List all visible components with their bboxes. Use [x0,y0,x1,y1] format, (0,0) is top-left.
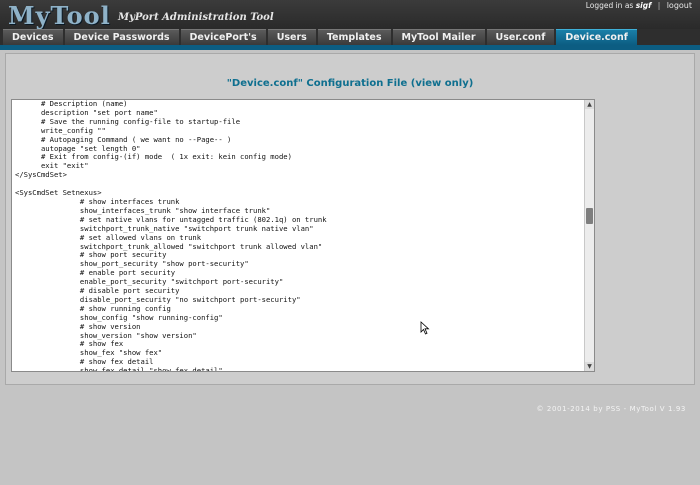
tab-device-passwords[interactable]: Device Passwords [64,29,179,45]
tab-templates[interactable]: Templates [317,29,391,45]
page-title: "Device.conf" Configuration File (view o… [226,78,474,89]
scroll-thumb[interactable] [586,208,593,224]
scroll-down-icon[interactable]: ▼ [585,362,594,371]
tab-devices[interactable]: Devices [3,29,63,45]
config-text[interactable]: # Description (name) description "set po… [15,100,582,371]
main-nav: Devices Device Passwords DevicePort's Us… [0,29,700,45]
vertical-scrollbar[interactable]: ▲ ▼ [584,100,594,371]
separator: | [657,1,661,10]
config-textarea[interactable]: # Description (name) description "set po… [11,99,595,372]
scroll-up-icon[interactable]: ▲ [585,100,594,109]
tab-mytool-mailer[interactable]: MyTool Mailer [392,29,485,45]
mouse-cursor-icon [420,321,430,335]
footer-copyright: © 2001-2014 by PSS - MyTool V 1.93 [536,405,686,413]
app-header: MyTool MyPort Administration Tool Logged… [0,0,700,30]
username: sigf [635,1,652,10]
content-panel: "Device.conf" Configuration File (view o… [5,53,695,385]
login-info: Logged in as sigf | logout [586,1,692,10]
tab-users[interactable]: Users [267,29,316,45]
tab-device-conf[interactable]: Device.conf [556,29,637,45]
app-logo[interactable]: MyTool [8,1,111,30]
app-tagline: MyPort Administration Tool [118,12,274,23]
tab-user-conf[interactable]: User.conf [486,29,555,45]
tab-device-ports[interactable]: DevicePort's [180,29,266,45]
logout-link[interactable]: logout [667,1,692,10]
nav-underline [0,45,700,50]
logged-in-label: Logged in as [585,1,634,10]
